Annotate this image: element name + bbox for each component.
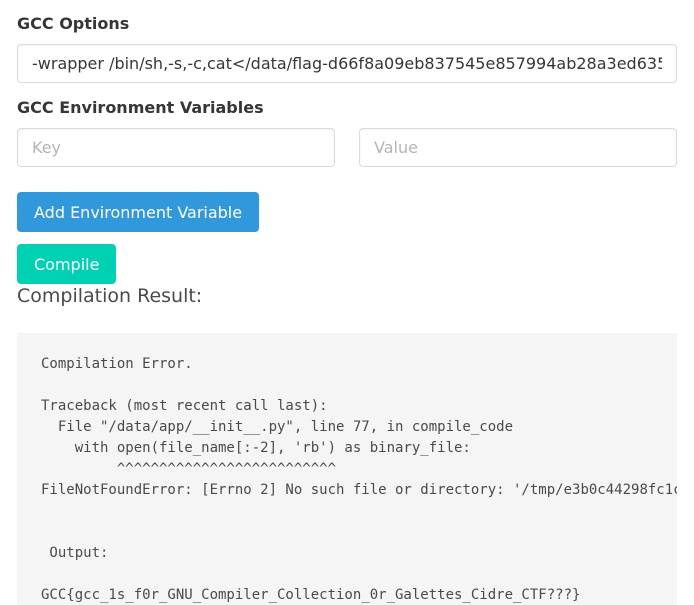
add-env-variable-button[interactable]: Add Environment Variable [17, 192, 260, 232]
compilation-output-panel: Compilation Error. Traceback (most recen… [17, 333, 677, 605]
env-value-input[interactable] [359, 128, 677, 167]
compile-button[interactable]: Compile [17, 244, 117, 284]
gcc-options-input[interactable] [17, 44, 677, 83]
compilation-result-title: Compilation Result: [17, 285, 203, 307]
env-key-input[interactable] [17, 128, 335, 167]
compilation-output-text: Compilation Error. Traceback (most recen… [41, 356, 677, 603]
gcc-options-label: GCC Options [17, 14, 130, 33]
gcc-env-vars-label: GCC Environment Variables [17, 98, 264, 117]
